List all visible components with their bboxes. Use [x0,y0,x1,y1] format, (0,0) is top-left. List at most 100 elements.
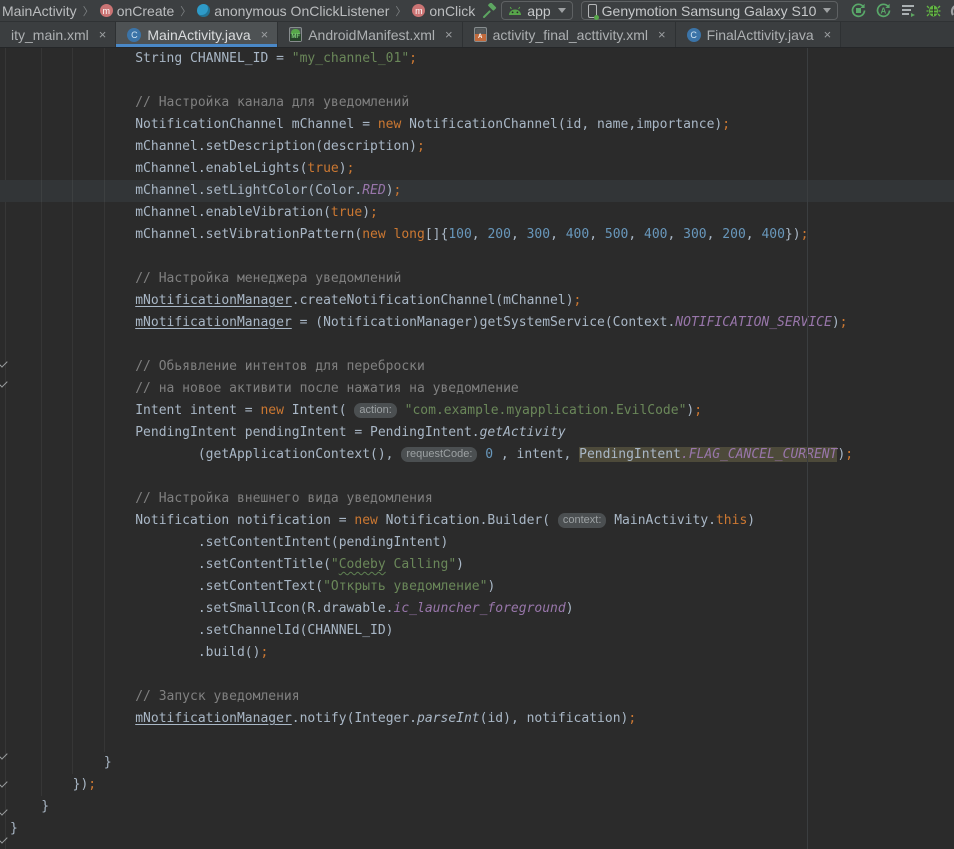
layout-xml-icon: A [474,27,487,42]
code-token: new [378,117,401,132]
chevron-down-icon [823,8,831,13]
code-token: NotificationChannel mChannel = [10,117,378,132]
code-line: mNotificationManager.notify(Integer.pars… [0,708,954,730]
breadcrumb-label: onCreate [117,3,175,19]
code-token: mNotificationManager [135,711,292,726]
code-token: Calling" [386,557,456,572]
indent-guide [72,48,73,774]
code-token: = (NotificationManager)getSystemService(… [292,315,676,330]
tab[interactable]: ity_main.xml× [0,22,116,47]
code-line [0,70,954,92]
code-token: 400 [566,227,589,242]
code-area: String CHANNEL_ID = "my_channel_01"; // … [0,48,954,840]
code-line: }); [0,774,954,796]
code-token: } [10,821,18,836]
run-configuration-label: app [527,3,550,19]
code-editor[interactable]: String CHANNEL_ID = "my_channel_01"; // … [0,48,954,849]
code-token: 200 [487,227,510,242]
apply-code-changes-icon[interactable]: A [875,1,892,21]
debug-icon[interactable] [925,1,942,21]
close-icon[interactable]: × [824,27,832,42]
code-token: // Запуск уведомления [10,689,300,704]
code-token: ) [566,601,574,616]
code-token: }) [10,777,88,792]
run-configuration-select[interactable]: app [501,1,572,20]
tab[interactable]: Aactivity_final_acttivity.xml× [463,22,676,47]
code-line: (getApplicationContext(), requestCode: 0… [0,444,954,466]
code-token: // Настройка канала для уведомлений [10,95,409,110]
tab[interactable]: CMainActivity.java× [116,22,278,47]
code-line: } [0,796,954,818]
code-token: .FLAG_CANCEL_CURRENT [681,447,838,462]
code-line: PendingIntent pendingIntent = PendingInt… [0,422,954,444]
manifest-icon: MF [289,27,302,42]
device-label: Genymotion Samsung Galaxy S10 [602,3,817,19]
code-line: .setChannelId(CHANNEL_ID) [0,620,954,642]
code-token: , [746,227,762,242]
close-icon[interactable]: × [261,27,269,42]
code-token: // Настройка внешнего вида уведомления [10,491,433,506]
code-token: ; [409,51,417,66]
close-icon[interactable]: × [658,27,666,42]
code-token: .notify(Integer. [292,711,417,726]
anonymous-class-icon [197,4,210,17]
code-line: mChannel.setDescription(description); [0,136,954,158]
code-token: 400 [761,227,784,242]
code-token: , [707,227,723,242]
code-token: ) [832,315,840,330]
code-token: , intent, [493,447,579,462]
code-token: ; [88,777,96,792]
code-line: // Настройка менеджера уведомлений [0,268,954,290]
breadcrumb-item[interactable]: m onCreate [98,3,177,19]
navigation-toolbar: MainActivity〉monCreate〉anonymous OnClick… [0,0,954,22]
breadcrumb: MainActivity〉monCreate〉anonymous OnClick… [0,0,477,21]
profiler-icon[interactable] [950,1,954,21]
code-line: // Запуск уведомления [0,686,954,708]
device-select[interactable]: Genymotion Samsung Galaxy S10 [581,1,839,20]
editor-tab-bar: ity_main.xml×CMainActivity.java× MF Androi… [0,22,954,48]
code-line [0,246,954,268]
java-class-icon: C [127,28,141,42]
code-line: Intent intent = new Intent( action: "com… [0,400,954,422]
breadcrumb-item[interactable]: anonymous OnClickListener [195,3,391,19]
code-token: ) [487,579,495,594]
code-line: .setSmallIcon(R.drawable.ic_launcher_for… [0,598,954,620]
code-token [386,227,394,242]
method-icon: m [100,4,113,17]
code-token: PendingIntent [579,447,681,462]
close-icon[interactable]: × [99,27,107,42]
code-token: mChannel.setLightColor(Color. [10,183,362,198]
code-token: .createNotificationChannel(mChannel) [292,293,574,308]
breadcrumb-item[interactable]: monClick [410,3,477,19]
code-token: ) [747,513,755,528]
code-line: } [0,818,954,840]
code-line: mNotificationManager.createNotificationC… [0,290,954,312]
tab[interactable]: CFinalActtivity.java× [676,22,842,47]
logcat-icon[interactable] [900,1,917,21]
breadcrumb-item[interactable]: MainActivity [0,3,79,19]
tab-label: AndroidManifest.xml [308,27,435,43]
breadcrumb-label: MainActivity [2,3,77,19]
indent-guide [41,48,42,796]
code-token: 300 [683,227,706,242]
code-line [0,466,954,488]
code-token: 200 [722,227,745,242]
code-line: // на новое активити после нажатия на ув… [0,378,954,400]
code-token: .setChannelId(CHANNEL_ID) [10,623,394,638]
tab-label: FinalActtivity.java [707,27,814,43]
code-token: }) [785,227,801,242]
indent-guide [104,48,105,752]
code-token: []{ [425,227,448,242]
build-hammer-icon[interactable] [481,1,497,21]
code-token: new [362,227,385,242]
breadcrumb-separator-icon: 〉 [83,3,94,19]
tab[interactable]: MF AndroidManifest.xml × [278,22,462,47]
close-icon[interactable]: × [445,27,453,42]
code-line: NotificationChannel mChannel = new Notif… [0,114,954,136]
code-token: // на новое активити после нажатия на ув… [10,381,519,396]
code-token: ; [628,711,636,726]
rerun-activity-icon[interactable] [850,1,867,21]
code-token: ; [394,183,402,198]
code-token: .setContentTitle( [10,557,331,572]
code-token: (id), notification) [480,711,629,726]
